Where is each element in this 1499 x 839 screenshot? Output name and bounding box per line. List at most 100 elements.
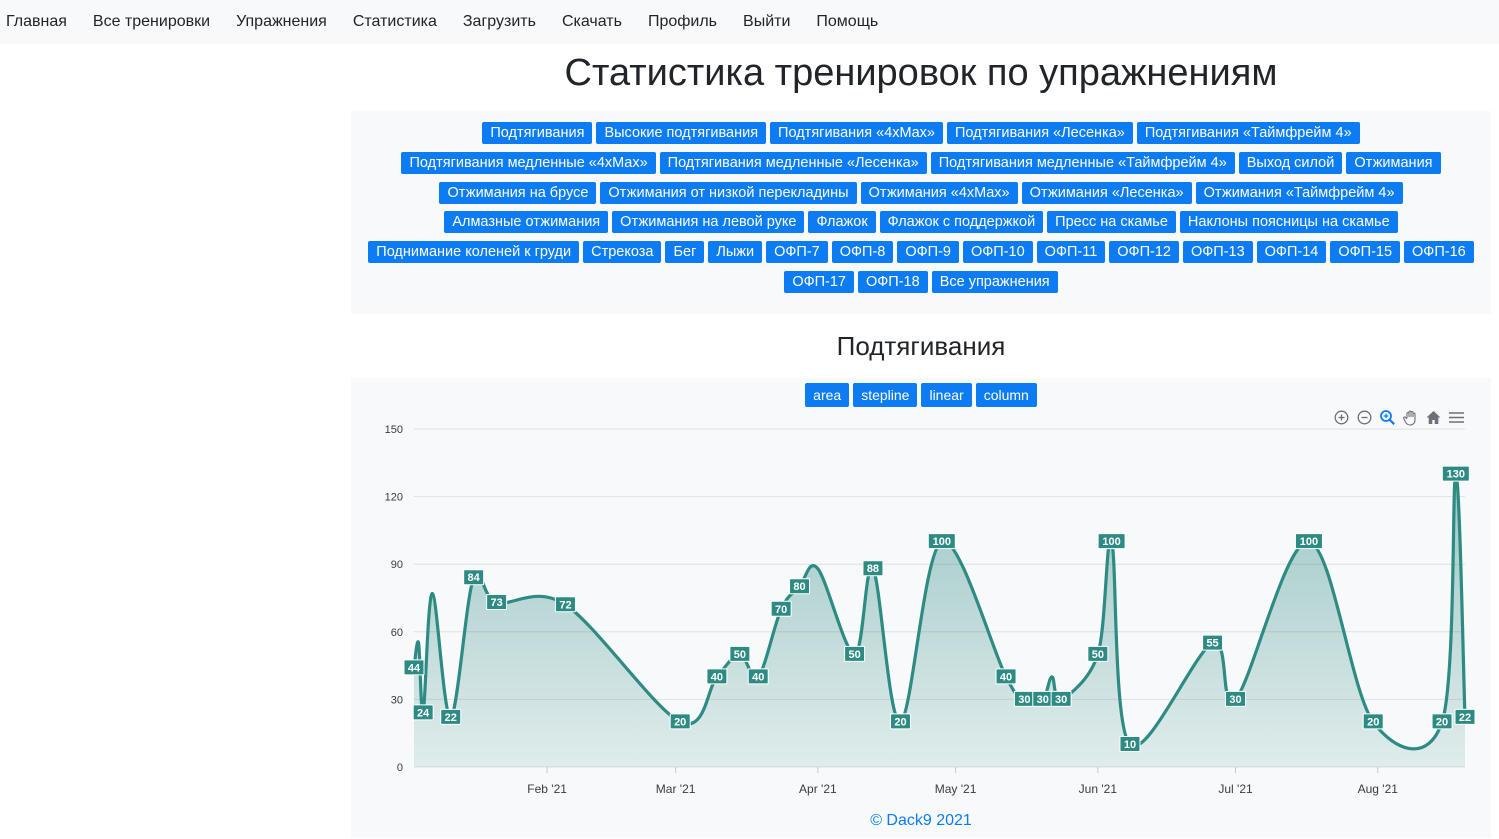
exercise-button-1[interactable]: Высокие подтягивания (596, 122, 767, 144)
exercise-button-9[interactable]: Отжимания (1346, 151, 1441, 174)
nav-link-2[interactable]: Упражнения (236, 13, 327, 31)
chart-svg: 0 30 60 90 120 150 Feb '21 Mar '21 Apr '21 May '2… (385, 424, 1476, 796)
exercise-button-28[interactable]: ОФП-10 (962, 241, 1033, 264)
exercise-button-33[interactable]: ОФП-15 (1330, 241, 1401, 264)
exercise-button-24[interactable]: Лыжи (708, 241, 763, 264)
data-label: 55 (1206, 637, 1218, 649)
exercise-button-6[interactable]: Подтягивания медленные «Лесенка» (659, 151, 927, 174)
exercise-button-29[interactable]: ОФП-11 (1036, 241, 1106, 264)
chart-type-buttons: area stepline linear column (351, 382, 1491, 407)
zoom-in-icon[interactable] (1332, 408, 1351, 427)
data-label: 30 (1037, 694, 1049, 706)
main-content: Статистика тренировок по упражнениям Под… (351, 44, 1491, 838)
data-label: 22 (445, 712, 457, 724)
series-area (414, 473, 1465, 767)
x-tick-label-3: May '21 (935, 782, 977, 796)
exercise-button-5[interactable]: Подтягивания медленные «4xMax» (401, 151, 656, 174)
chart-panel: 0 30 60 90 120 150 Feb '21 Mar '21 Apr '21 May '2… (351, 377, 1491, 838)
data-label: 24 (417, 707, 430, 719)
exercise-button-23[interactable]: Бег (665, 241, 705, 264)
x-tick-label-1: Mar '21 (656, 782, 696, 796)
data-label: 44 (408, 662, 421, 674)
nav-link-8[interactable]: Помощь (816, 13, 878, 31)
data-label: 70 (775, 604, 787, 616)
menu-icon[interactable] (1447, 408, 1466, 427)
data-label: 100 (1300, 536, 1318, 548)
nav-link-6[interactable]: Профиль (648, 13, 717, 31)
data-label: 30 (1229, 694, 1241, 706)
exercise-button-10[interactable]: Отжимания на брусе (439, 181, 597, 204)
data-label: 72 (559, 599, 571, 611)
exercise-button-20[interactable]: Наклоны поясницы на скамье (1179, 211, 1398, 234)
exercise-button-26[interactable]: ОФП-8 (831, 241, 894, 264)
exercise-button-2[interactable]: Подтягивания «4xMax» (770, 122, 943, 144)
exercise-button-4[interactable]: Подтягивания «Таймфрейм 4» (1136, 122, 1360, 144)
exercise-button-13[interactable]: Отжимания «Лесенка» (1021, 181, 1192, 204)
data-label: 30 (1055, 694, 1067, 706)
y-tick-label-150: 150 (385, 424, 403, 436)
exercise-button-15[interactable]: Алмазные отжимания (444, 211, 609, 234)
data-label: 50 (1092, 649, 1104, 661)
data-label: 73 (490, 597, 502, 609)
exercise-button-11[interactable]: Отжимания от низкой перекладины (600, 181, 857, 204)
exercise-button-36[interactable]: ОФП-18 (858, 270, 928, 293)
chart-type-linear-button[interactable]: linear (921, 382, 972, 407)
data-label: 50 (848, 649, 860, 661)
exercise-button-8[interactable]: Выход силой (1238, 151, 1343, 174)
data-label: 20 (894, 716, 906, 728)
exercise-button-0[interactable]: Подтягивания (482, 122, 593, 144)
exercise-selector: Подтягивания Высокие подтягивания Подтяг… (351, 111, 1491, 314)
nav-link-3[interactable]: Статистика (353, 13, 437, 31)
exercise-button-17[interactable]: Флажок (808, 211, 876, 234)
chart-toolbar (1332, 408, 1466, 427)
x-tick-label-5: Jul '21 (1218, 782, 1253, 796)
footer-copyright: © Dack9 2021 (870, 812, 972, 829)
data-label: 130 (1447, 468, 1465, 480)
selection-zoom-icon[interactable] (1378, 408, 1397, 427)
exercise-button-18[interactable]: Флажок с поддержкой (879, 211, 1044, 234)
nav-link-5[interactable]: Скачать (562, 13, 622, 31)
chart-type-column-button[interactable]: column (975, 382, 1037, 407)
y-tick-label-90: 90 (391, 559, 403, 571)
nav-link-0[interactable]: Главная (6, 13, 67, 31)
x-tick-label-0: Feb '21 (527, 782, 567, 796)
chart-type-area-button[interactable]: area (805, 382, 850, 407)
y-tick-label-60: 60 (391, 627, 403, 639)
data-label: 40 (711, 671, 723, 683)
top-navbar: Главная Все тренировки Упражнения Статистик… (0, 0, 1499, 44)
nav-link-4[interactable]: Загрузить (463, 13, 536, 31)
data-label: 10 (1124, 739, 1136, 751)
exercise-button-30[interactable]: ОФП-12 (1109, 241, 1179, 264)
exercise-button-19[interactable]: Пресс на скамье (1047, 211, 1176, 234)
nav-link-7[interactable]: Выйти (743, 13, 790, 31)
exercise-button-14[interactable]: Отжимания «Таймфрейм 4» (1195, 181, 1403, 204)
y-tick-label-30: 30 (391, 694, 403, 706)
exercise-button-31[interactable]: ОФП-13 (1182, 241, 1253, 264)
exercise-button-25[interactable]: ОФП-7 (766, 241, 828, 264)
exercise-button-16[interactable]: Отжимания на левой руке (612, 211, 805, 234)
exercise-button-22[interactable]: Стрекоза (583, 241, 662, 264)
nav-link-1[interactable]: Все тренировки (93, 13, 210, 31)
exercise-button-3[interactable]: Подтягивания «Лесенка» (946, 122, 1133, 144)
x-tick-label-6: Aug '21 (1358, 782, 1399, 796)
exercise-button-37[interactable]: Все упражнения (931, 270, 1058, 293)
exercise-button-32[interactable]: ОФП-14 (1256, 241, 1327, 264)
x-tick-label-2: Apr '21 (799, 782, 837, 796)
data-label: 88 (867, 563, 879, 575)
data-label: 30 (1018, 694, 1030, 706)
page-title: Статистика тренировок по упражнениям (564, 52, 1278, 94)
exercise-button-34[interactable]: ОФП-16 (1404, 241, 1474, 264)
data-label: 20 (1436, 716, 1448, 728)
y-tick-label-0: 0 (397, 762, 403, 774)
exercise-button-12[interactable]: Отжимания «4xMax» (860, 181, 1018, 204)
data-label: 20 (674, 716, 686, 728)
y-tick-label-120: 120 (385, 491, 403, 503)
chart-type-stepline-button[interactable]: stepline (853, 382, 918, 407)
exercise-button-35[interactable]: ОФП-17 (784, 270, 854, 293)
zoom-out-icon[interactable] (1355, 408, 1374, 427)
home-reset-icon[interactable] (1424, 408, 1443, 427)
exercise-button-7[interactable]: Подтягивания медленные «Таймфрейм 4» (930, 151, 1235, 174)
exercise-button-21[interactable]: Поднимание коленей к груди (368, 241, 580, 264)
pan-hand-icon[interactable] (1401, 408, 1420, 427)
exercise-button-27[interactable]: ОФП-9 (897, 241, 959, 264)
